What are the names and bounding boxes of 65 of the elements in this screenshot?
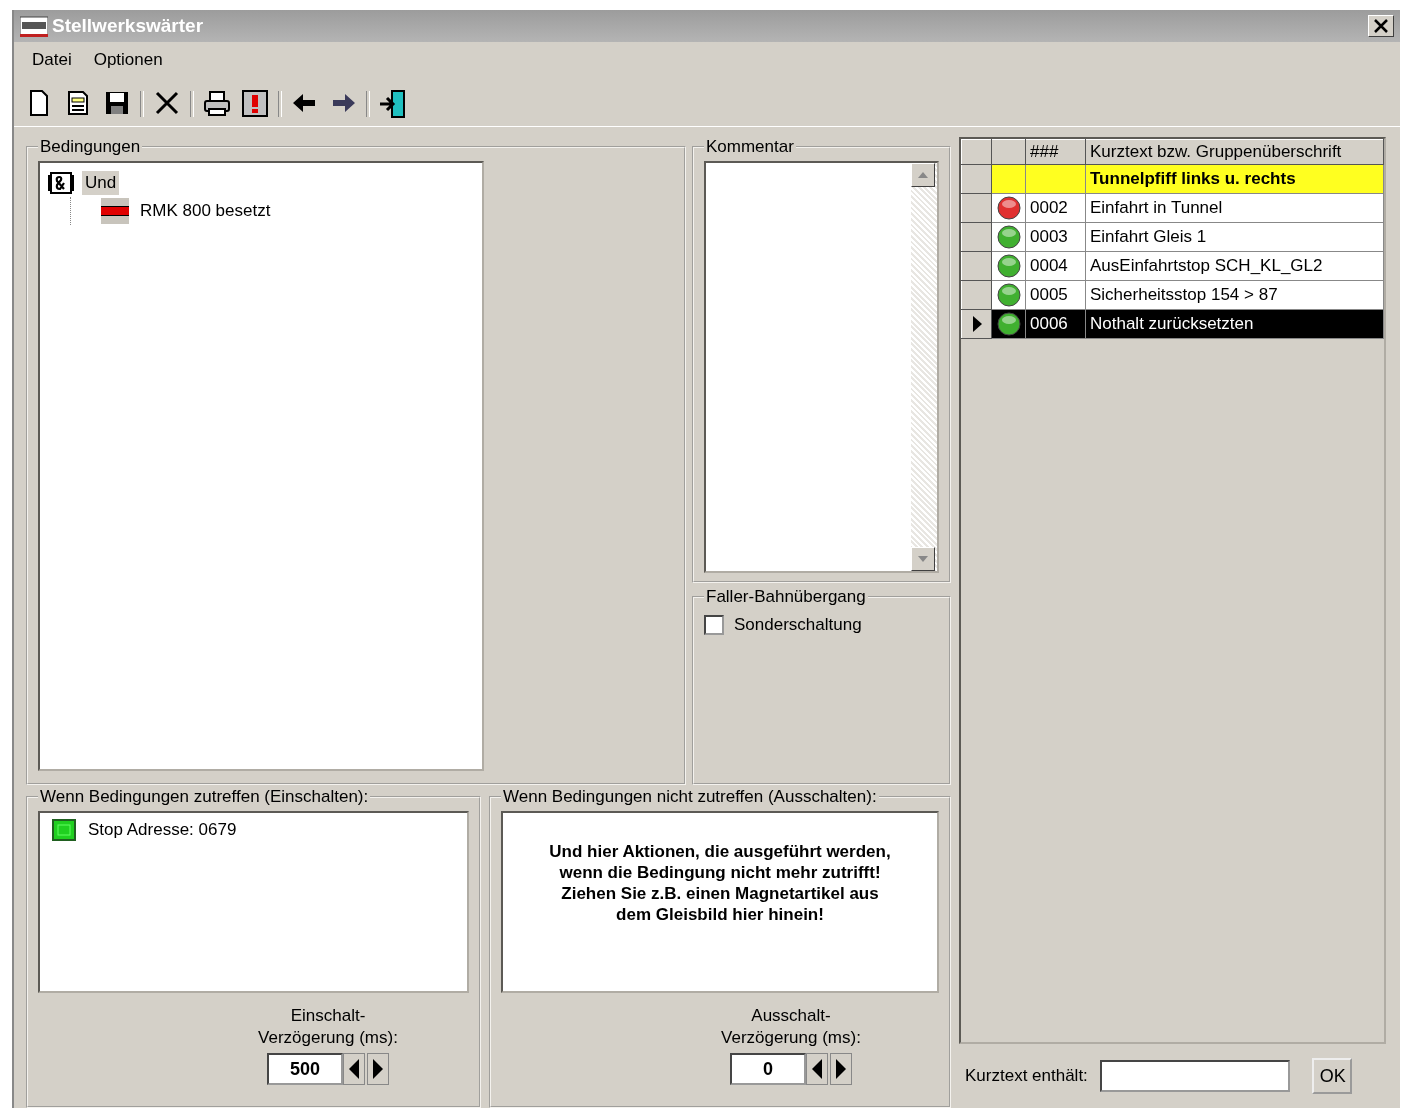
group-title: Wenn Bedingungen zutreffen (Einschalten): — [39, 787, 370, 807]
filter-label: Kurztext enthält: — [965, 1066, 1088, 1086]
tree-item[interactable]: Und — [82, 171, 120, 195]
conditions-tree[interactable]: Und RMK 800 besetzt — [38, 161, 484, 771]
table-cell: 0006 — [1025, 309, 1086, 339]
delay-field[interactable]: 500 — [267, 1053, 343, 1085]
app-icon — [20, 14, 48, 38]
table-cell: 0005 — [1025, 280, 1086, 310]
delay-field[interactable]: 0 — [730, 1053, 806, 1085]
track-contact-icon — [101, 198, 129, 224]
delay-label: Ausschalt- Verzögerung (ms): — [721, 1005, 861, 1049]
filter-field[interactable] — [1099, 1060, 1290, 1092]
checkbox[interactable] — [704, 615, 724, 635]
arrow-right-icon[interactable] — [373, 1059, 383, 1079]
table-cell: 0004 — [1025, 251, 1086, 281]
group-title: Bedingungen — [39, 137, 142, 157]
increase-button[interactable] — [830, 1053, 852, 1085]
menu-item[interactable]: Optionen — [93, 50, 163, 74]
table-cell: Tunnelpfiff links u. rechts — [1085, 164, 1384, 194]
ok-button[interactable]: OK — [1311, 1058, 1352, 1094]
group-title: Faller-Bahnübergang — [705, 587, 867, 607]
decrease-button[interactable] — [343, 1053, 365, 1085]
column-header[interactable]: Kurztext bzw. Gruppenüberschrift — [1085, 139, 1384, 165]
arrow-left-icon[interactable] — [812, 1059, 822, 1079]
conditions-table[interactable]: ### Kurztext bzw. Gruppenüberschrift Tunnelpfiff links u. rechts 0002 Einfahrt in Tunnel 0003 Einfahrt Gleis 1 0004 AusEinfahrtstop SCH_KL_GL2 0005 Sicherheitsstop 154 > 87 0006 Nothalt zurücksetzten — [959, 137, 1386, 1044]
table-row[interactable]: 0005 Sicherheitsstop 154 > 87 — [961, 280, 1384, 310]
table-cell: AusEinfahrtstop SCH_KL_GL2 — [1085, 251, 1384, 281]
column-header[interactable]: ### — [1025, 139, 1086, 165]
close-icon[interactable] — [1374, 19, 1388, 33]
scroll-down-button[interactable] — [911, 547, 935, 571]
printer-icon[interactable] — [202, 89, 232, 119]
exit-door-icon[interactable] — [378, 89, 408, 119]
group-title: Kommentar — [705, 137, 795, 157]
drop-hint: Und hier Aktionen, die ausgeführt werden, wenn die Bedingung nicht mehr zutrifft! Ziehen Sie z.B. einen Magnetartikel aus dem Gleisbild hier hinein! — [501, 811, 939, 993]
table-cell: Einfahrt Gleis 1 — [1085, 222, 1384, 252]
table-row[interactable]: 0004 AusEinfahrtstop SCH_KL_GL2 — [961, 251, 1384, 281]
tree-item[interactable]: RMK 800 besetzt — [137, 199, 274, 223]
and-gate-icon — [48, 171, 74, 195]
checkbox-label[interactable]: Sonderschaltung — [734, 615, 862, 635]
table-row[interactable]: 0003 Einfahrt Gleis 1 — [961, 222, 1384, 252]
menu-item[interactable]: Datei — [32, 50, 72, 74]
scrollbar[interactable] — [911, 163, 937, 571]
current-row-icon — [970, 316, 983, 332]
scroll-up-button[interactable] — [911, 163, 935, 187]
increase-button[interactable] — [367, 1053, 389, 1085]
window-title: Stellwerkswärter — [52, 15, 205, 37]
group-title: Wenn Bedingungen nicht zutreffen (Ausschalten): — [502, 787, 878, 807]
table-cell: Einfahrt in Tunnel — [1085, 193, 1384, 223]
table-row[interactable]: 0002 Einfahrt in Tunnel — [961, 193, 1384, 223]
table-row[interactable]: 0006 Nothalt zurücksetzten — [961, 309, 1384, 339]
close-button[interactable] — [1368, 15, 1394, 37]
table-row[interactable]: Tunnelpfiff links u. rechts — [961, 164, 1384, 194]
decrease-button[interactable] — [806, 1053, 828, 1085]
table-cell: 0003 — [1025, 222, 1086, 252]
arrow-left-icon[interactable] — [349, 1059, 359, 1079]
arrow-right-icon[interactable] — [836, 1059, 846, 1079]
table-cell: 0002 — [1025, 193, 1086, 223]
table-cell: Sicherheitsstop 154 > 87 — [1085, 280, 1384, 310]
go-signal-icon — [52, 819, 76, 841]
actions-list[interactable]: Stop Adresse: 0679 — [38, 811, 469, 993]
delay-label: Einschalt- Verzögerung (ms): — [258, 1005, 398, 1049]
warning-icon[interactable] — [240, 89, 270, 119]
action-item[interactable]: Stop Adresse: 0679 — [88, 820, 237, 840]
table-cell: Nothalt zurücksetzten — [1085, 309, 1384, 339]
comment-field[interactable] — [704, 161, 939, 573]
